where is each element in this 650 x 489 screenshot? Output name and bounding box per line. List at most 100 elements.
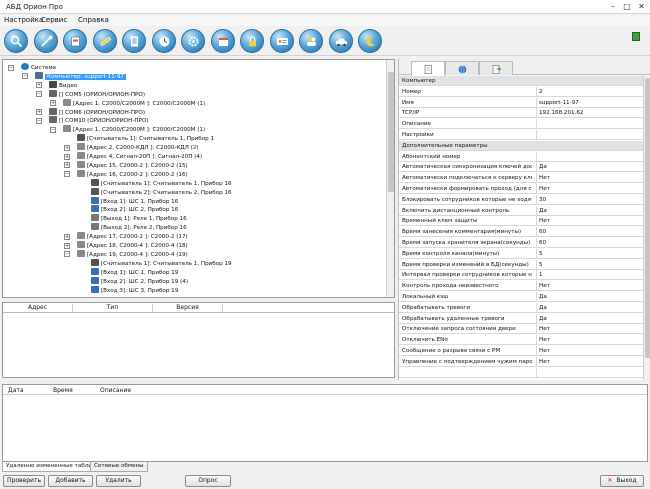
tree-item[interactable]: [Адрес 1, С2000/С2000М ]: С2000/С2000М (…: [63, 125, 205, 134]
property-row[interactable]: [399, 367, 643, 378]
tree-item[interactable]: [Вход 3]: ШС 3, Прибор 19: [91, 285, 178, 295]
property-row[interactable]: Управление с подтверждением чужим пароле…: [399, 356, 643, 367]
collapse-icon[interactable]: −: [64, 251, 70, 258]
menu-help[interactable]: Справка: [78, 16, 109, 24]
minimize-button[interactable]: –: [606, 1, 620, 12]
menu-settings[interactable]: Настройка: [4, 16, 43, 24]
delete-button[interactable]: Удалить: [96, 475, 141, 487]
property-row[interactable]: Обрабатывать удаленные тревоги Да: [399, 313, 643, 324]
expand-icon[interactable]: +: [50, 100, 56, 107]
tree-item[interactable]: Видео: [49, 80, 77, 90]
expand-icon[interactable]: +: [64, 153, 70, 160]
tree-item[interactable]: [Считыватель 1]: Считыватель 1, Прибор 1…: [91, 258, 232, 268]
property-row[interactable]: Время контроля канала(минуты) 5: [399, 248, 643, 259]
poll-button[interactable]: Опрос: [185, 475, 231, 487]
tree-item[interactable]: [Адрес 16, С2000-2 ]: С2000-2 (16): [77, 169, 188, 179]
calendar-toolbar-button[interactable]: [210, 29, 235, 53]
expand-icon[interactable]: +: [36, 82, 42, 89]
expand-icon[interactable]: +: [64, 162, 70, 169]
expand-icon[interactable]: +: [36, 109, 42, 115]
property-row[interactable]: Временный ключ защиты Нет: [399, 216, 643, 227]
property-value[interactable]: 60: [536, 238, 641, 248]
property-value[interactable]: support-11-97: [536, 97, 641, 108]
settings-toolbar-button[interactable]: [181, 29, 205, 53]
property-row[interactable]: Время запуска хранителя экрана(секунды) 6…: [399, 238, 643, 248]
tree-item[interactable]: [Считыватель 1]: Считыватель 1, Прибор 1…: [91, 178, 232, 188]
property-scrollbar[interactable]: [643, 76, 650, 380]
property-category[interactable]: Дополнительные параметры: [399, 140, 643, 151]
property-row[interactable]: Сообщение о разрыве связи с РМ Нет: [399, 346, 643, 356]
property-row[interactable]: TCP/IP 192.168.201.62: [399, 108, 643, 119]
tree-item[interactable]: [] COM5 (ОРИОН/ОРИОН-ПРО): [49, 89, 145, 99]
tree-item[interactable]: [Выход 2]: Реле 2, Прибор 16: [91, 223, 187, 232]
column-time[interactable]: Время: [53, 387, 73, 394]
property-row[interactable]: Имя support-11-97: [399, 97, 643, 108]
property-value[interactable]: Нет: [536, 184, 641, 194]
property-value[interactable]: 5: [536, 248, 641, 259]
tree-item[interactable]: [Адрес 2, С2000-КДЛ ]: С2000-КДЛ (2): [77, 143, 199, 152]
tree-scrollbar-thumb[interactable]: [388, 72, 394, 192]
column-type[interactable]: Тип: [73, 304, 153, 313]
tab-remote-tables[interactable]: Удаленно измененные таблицы: [2, 462, 105, 472]
property-value[interactable]: 2: [536, 86, 641, 97]
property-row[interactable]: Автоматически формировать проход (для ст…: [399, 184, 643, 194]
tree-item[interactable]: [Выход 1]: Реле 1, Прибор 16: [91, 214, 187, 223]
collapse-icon[interactable]: −: [8, 64, 14, 71]
clock-toolbar-button[interactable]: [151, 29, 176, 53]
property-value[interactable]: Да: [536, 205, 641, 216]
property-value[interactable]: Нет: [536, 173, 641, 184]
tree-item[interactable]: [Адрес 1, С2000/С2000М ]: С2000/С2000М (…: [63, 98, 205, 108]
property-value[interactable]: 192.168.201.62: [536, 108, 641, 119]
property-row[interactable]: Локальный кэш Да: [399, 292, 643, 302]
property-row[interactable]: Номер 2: [399, 86, 643, 97]
tab-export[interactable]: [479, 61, 513, 75]
property-value[interactable]: 5: [536, 259, 641, 270]
property-value[interactable]: Нет: [536, 324, 641, 335]
property-value[interactable]: [536, 367, 641, 378]
close-button[interactable]: ✕: [634, 1, 649, 12]
menu-service[interactable]: Сервис: [41, 16, 67, 24]
collapse-icon[interactable]: −: [36, 117, 42, 124]
tree-item[interactable]: [Адрес 19, С2000-4 ]: С2000-4 (19): [77, 249, 188, 259]
property-row[interactable]: Настройки: [399, 130, 643, 140]
tree-item[interactable]: [Адрес 18, С2000-4 ]: С2000-4 (18): [77, 241, 188, 250]
property-value[interactable]: 1: [536, 270, 641, 281]
exit-button[interactable]: ✕ Выход: [600, 475, 644, 487]
property-value[interactable]: Нет: [536, 335, 641, 346]
property-value[interactable]: [536, 151, 641, 162]
property-value[interactable]: Да: [536, 313, 641, 324]
moon-toolbar-button[interactable]: [358, 29, 382, 53]
tree-item[interactable]: [Вход 2]: ШС 2, Прибор 16: [91, 205, 178, 214]
tab-properties[interactable]: [411, 61, 445, 76]
maximize-button[interactable]: □: [620, 1, 634, 12]
ruler-toolbar-button[interactable]: [92, 29, 117, 53]
property-value[interactable]: Нет: [536, 346, 641, 356]
property-scrollbar-thumb[interactable]: [645, 78, 650, 358]
tree-item[interactable]: [Вход 2]: ШС 2, Прибор 19 (4): [91, 276, 188, 286]
check-button[interactable]: Проверить: [3, 475, 45, 487]
property-row[interactable]: Контроль прохода неизвестного Нет: [399, 281, 643, 292]
collapse-icon[interactable]: −: [36, 91, 42, 98]
tree-item[interactable]: [] COM10 (ОРИОН/ОРИОН-ПРО): [49, 116, 149, 125]
property-value[interactable]: Да: [536, 162, 641, 173]
property-value[interactable]: Нет: [536, 356, 641, 367]
property-value[interactable]: [536, 130, 641, 140]
property-value[interactable]: 30: [536, 194, 641, 205]
search-toolbar-button[interactable]: [4, 29, 28, 53]
property-value[interactable]: Нет: [536, 216, 641, 227]
property-row[interactable]: Автоматическая синхронизация ключей дост…: [399, 162, 643, 173]
property-row[interactable]: Блокировать сотрудников которые не ходят…: [399, 194, 643, 205]
column-address[interactable]: Адрес: [3, 304, 73, 313]
database-toolbar-button[interactable]: [63, 29, 87, 53]
expand-icon[interactable]: +: [64, 144, 70, 151]
property-row[interactable]: Интервал проверки сотрудников которые не…: [399, 270, 643, 281]
device-tree[interactable]: − Система − Компьютер: support-11-97 + Видео −…: [2, 59, 395, 298]
property-value[interactable]: Нет: [536, 281, 641, 292]
property-row[interactable]: Автоматически подключаться к серверу клю…: [399, 173, 643, 184]
tab-network-exchanges[interactable]: Сетевые обмены: [90, 462, 148, 472]
property-value[interactable]: Да: [536, 302, 641, 313]
tree-item[interactable]: [Адрес 17, С2000-2 ]: С2000-2 (17): [77, 232, 188, 241]
users-toolbar-button[interactable]: [299, 29, 323, 53]
tree-item[interactable]: [Считыватель 2]: Считыватель 2, Прибор 1…: [91, 187, 232, 197]
car-toolbar-button[interactable]: [328, 29, 353, 53]
